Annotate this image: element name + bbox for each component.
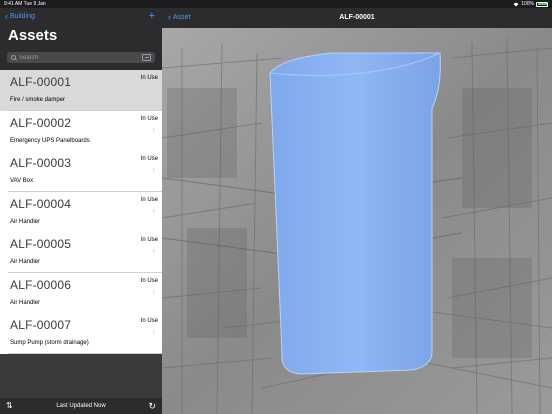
wifi-icon <box>513 2 519 6</box>
asset-description: Air Handler <box>10 218 41 225</box>
sidebar-header: ‹ Building + Assets <box>0 8 162 70</box>
asset-id: ALF-00007 <box>10 318 72 332</box>
list-item[interactable]: ALF-00004 In Use › Air Handler <box>0 191 162 232</box>
asset-description: Emergency UPS Panelboards <box>10 137 90 144</box>
back-button-label: Building <box>10 13 35 20</box>
asset-list: ALF-00001 In Use Fire / smoke damper ALF… <box>0 70 162 354</box>
search-icon <box>11 55 16 60</box>
3d-model-viewport[interactable] <box>162 28 552 414</box>
asset-status: In Use <box>140 237 158 243</box>
chevron-right-icon: › <box>152 327 155 336</box>
chevron-right-icon: › <box>152 286 155 296</box>
battery-percent: 100% <box>521 1 534 7</box>
back-button-building[interactable]: ‹ Building <box>5 11 35 21</box>
search-bar[interactable] <box>7 52 155 63</box>
status-time-date: 9:41 AM Tue 9 Jan <box>4 1 46 7</box>
asset-description: Air Handler <box>10 299 41 306</box>
battery-icon <box>536 1 548 7</box>
sidebar-footer: ⇅ Last Updated Now ↻ <box>0 398 162 414</box>
chevron-right-icon: › <box>152 205 155 215</box>
list-item[interactable]: ALF-00005 In Use › Air Handler <box>0 232 162 273</box>
list-item[interactable]: ALF-00007 In Use › Sump Pump (storm drai… <box>0 313 162 354</box>
list-item[interactable]: ALF-00001 In Use Fire / smoke damper <box>0 70 162 111</box>
asset-detail-panel: ‹ Asset ALF-00001 <box>162 8 552 414</box>
status-bar: 9:41 AM Tue 9 Jan 100% <box>0 0 552 8</box>
chevron-right-icon: › <box>152 246 155 255</box>
asset-id: ALF-00002 <box>10 115 72 130</box>
asset-status: In Use <box>140 75 158 81</box>
last-updated-text: Last Updated Now <box>56 403 106 409</box>
add-asset-button[interactable]: + <box>149 10 155 22</box>
list-item[interactable]: ALF-00006 In Use › Air Handler <box>0 272 162 313</box>
chevron-right-icon: › <box>152 124 155 134</box>
asset-status: In Use <box>140 318 158 324</box>
search-input[interactable] <box>19 54 142 61</box>
asset-id: ALF-00005 <box>10 237 72 251</box>
asset-description: Sump Pump (storm drainage) <box>10 340 89 346</box>
list-item[interactable]: ALF-00003 In Use › VAV Box <box>0 151 162 192</box>
barcode-scan-icon[interactable] <box>142 54 151 61</box>
asset-id: ALF-00003 <box>10 156 72 170</box>
list-item[interactable]: ALF-00002 In Use › Emergency UPS Panelbo… <box>0 110 162 151</box>
detail-nav-bar: ‹ Asset ALF-00001 <box>162 8 552 28</box>
asset-description: VAV Box <box>10 178 34 184</box>
refresh-icon[interactable]: ↻ <box>148 401 156 412</box>
detail-title: ALF-00001 <box>339 14 375 21</box>
asset-description: Air Handler <box>10 259 41 265</box>
asset-status: In Use <box>140 277 158 284</box>
asset-3d-model[interactable] <box>269 52 441 375</box>
asset-status: In Use <box>140 196 158 203</box>
asset-status: In Use <box>140 156 158 162</box>
asset-id: ALF-00004 <box>10 196 72 211</box>
asset-status: In Use <box>140 115 158 122</box>
asset-id: ALF-00006 <box>10 277 72 292</box>
asset-sidebar: ‹ Building + Assets ALF-00001 In Use Fir… <box>0 8 162 414</box>
chevron-right-icon: › <box>152 165 155 174</box>
asset-description: Fire / smoke damper <box>10 97 66 103</box>
asset-id: ALF-00001 <box>10 75 72 89</box>
page-title: Assets <box>8 27 58 44</box>
chevron-left-icon: ‹ <box>5 11 8 21</box>
status-right: 100% <box>513 1 548 7</box>
